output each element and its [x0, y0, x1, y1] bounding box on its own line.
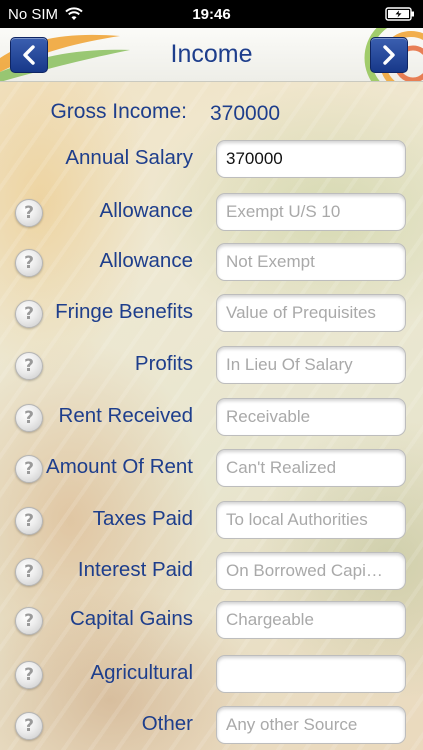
allowance-not-exempt-input[interactable]: [216, 243, 406, 281]
status-left: No SIM: [8, 6, 84, 23]
interest-paid-input[interactable]: [216, 552, 406, 590]
capital-gains-input[interactable]: [216, 601, 406, 639]
fringe-benefits-input[interactable]: [216, 294, 406, 332]
row-other: ? Other: [0, 705, 423, 745]
amount-of-rent-input[interactable]: [216, 449, 406, 487]
wifi-icon: [65, 7, 83, 20]
taxes-paid-input[interactable]: [216, 501, 406, 539]
row-rent-received: ? Rent Received: [0, 397, 423, 437]
battery-icon: [385, 7, 414, 21]
agricultural-label: Agricultural: [90, 661, 193, 684]
gross-income-label: Gross Income:: [50, 100, 187, 123]
row-fringe-benefits: ? Fringe Benefits: [0, 293, 423, 333]
status-bar: No SIM 19:46: [0, 0, 423, 28]
allowance-exempt-label: Allowance: [99, 199, 193, 222]
row-taxes-paid: ? Taxes Paid: [0, 500, 423, 540]
allowance-exempt-input[interactable]: [216, 193, 406, 231]
rent-received-label: Rent Received: [58, 404, 193, 427]
help-icon[interactable]: ?: [15, 661, 43, 689]
help-icon[interactable]: ?: [15, 507, 43, 535]
help-icon[interactable]: ?: [15, 300, 43, 328]
row-annual-salary: Annual Salary: [0, 139, 423, 179]
nav-header: Income: [0, 28, 423, 82]
agricultural-input[interactable]: [216, 655, 406, 693]
profits-input[interactable]: [216, 346, 406, 384]
other-input[interactable]: [216, 706, 406, 744]
help-icon[interactable]: ?: [15, 352, 43, 380]
help-icon[interactable]: ?: [15, 199, 43, 227]
help-icon[interactable]: ?: [15, 404, 43, 432]
page-title: Income: [170, 40, 253, 68]
gross-income-value: 370000: [210, 102, 281, 125]
interest-paid-label: Interest Paid: [77, 558, 193, 581]
rent-received-input[interactable]: [216, 398, 406, 436]
help-icon[interactable]: ?: [15, 607, 43, 635]
row-interest-paid: ? Interest Paid: [0, 551, 423, 591]
profits-label: Profits: [134, 352, 193, 375]
fringe-benefits-label: Fringe Benefits: [55, 300, 193, 323]
chevron-left-icon: [23, 45, 35, 65]
row-allowance-exempt: ? Allowance: [0, 192, 423, 232]
help-icon[interactable]: ?: [15, 249, 43, 277]
help-icon[interactable]: ?: [15, 455, 43, 483]
row-agricultural: ? Agricultural: [0, 654, 423, 694]
allowance-not-exempt-label: Allowance: [99, 249, 193, 272]
forward-button[interactable]: [370, 37, 408, 73]
help-icon[interactable]: ?: [15, 558, 43, 586]
row-profits: ? Profits: [0, 345, 423, 385]
row-capital-gains: ? Capital Gains: [0, 600, 423, 640]
help-icon[interactable]: ?: [15, 712, 43, 740]
chevron-right-icon: [383, 45, 395, 65]
annual-salary-input[interactable]: [216, 140, 406, 178]
annual-salary-label: Annual Salary: [65, 146, 193, 169]
income-form: Gross Income: 370000 Annual Salary ? All…: [0, 82, 423, 750]
back-button[interactable]: [10, 37, 48, 73]
row-amount-of-rent: ? Amount Of Rent: [0, 448, 423, 488]
taxes-paid-label: Taxes Paid: [92, 507, 193, 530]
amount-of-rent-label: Amount Of Rent: [46, 455, 193, 478]
row-allowance-not-exempt: ? Allowance: [0, 242, 423, 282]
capital-gains-label: Capital Gains: [69, 607, 193, 630]
carrier-label: No SIM: [8, 5, 59, 23]
other-label: Other: [141, 712, 193, 735]
